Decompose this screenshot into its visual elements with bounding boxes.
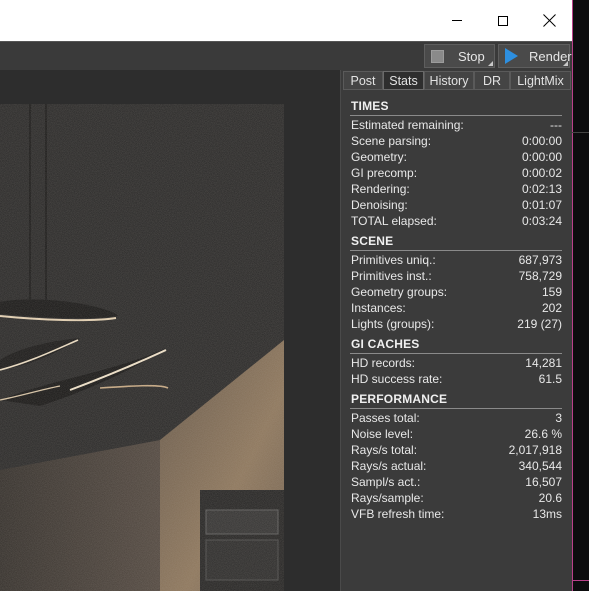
stat-label: Primitives uniq.: <box>351 253 436 267</box>
stat-label: Noise level: <box>351 427 414 441</box>
tab-post[interactable]: Post <box>343 71 383 90</box>
stat-value: 159 <box>541 285 562 299</box>
stat-label: VFB refresh time: <box>351 507 445 521</box>
stat-row: Noise level: 26.6 % <box>341 427 573 443</box>
stat-row: Rays/sample: 20.6 <box>341 491 573 507</box>
tab-stats[interactable]: Stats <box>383 71 424 90</box>
stat-value: 0:03:24 <box>521 214 562 228</box>
section-title: PERFORMANCE <box>351 392 448 406</box>
minimize-button[interactable] <box>434 0 480 41</box>
window-titlebar <box>0 0 572 41</box>
render-image <box>0 70 340 591</box>
stat-value: 61.5 <box>538 372 562 386</box>
stat-row: HD success rate: 61.5 <box>341 372 573 388</box>
stat-value: 0:00:00 <box>521 150 562 164</box>
stat-label: Instances: <box>351 301 406 315</box>
stat-value: 758,729 <box>518 269 562 283</box>
maximize-button[interactable] <box>480 0 526 41</box>
stat-value: 3 <box>555 411 562 425</box>
stat-label: Geometry groups: <box>351 285 448 299</box>
stat-value: 0:02:13 <box>521 182 562 196</box>
section-divider <box>350 353 562 354</box>
maximize-icon <box>498 15 508 26</box>
render-viewport[interactable] <box>0 70 340 591</box>
stat-row: Sampl/s act.: 16,507 <box>341 475 573 491</box>
stat-label: Denoising: <box>351 198 408 212</box>
stat-row: Geometry groups: 159 <box>341 285 573 301</box>
stat-value: 0:00:02 <box>521 166 562 180</box>
stat-label: Lights (groups): <box>351 317 435 331</box>
section-title: GI CACHES <box>351 337 420 351</box>
dropdown-corner-icon <box>563 61 568 66</box>
stat-row: Rays/s actual: 340,544 <box>341 459 573 475</box>
stat-label: HD records: <box>351 356 416 370</box>
stat-value: 0:00:00 <box>521 134 562 148</box>
stat-value: 202 <box>541 301 562 315</box>
background-window-edge <box>572 0 589 591</box>
stat-row: Rendering: 0:02:13 <box>341 182 573 198</box>
tab-history[interactable]: History <box>424 71 474 90</box>
stat-value: 16,507 <box>525 475 562 489</box>
stat-row: Primitives uniq.: 687,973 <box>341 253 573 269</box>
play-icon <box>505 48 518 64</box>
stat-row: TOTAL elapsed: 0:03:24 <box>341 214 573 230</box>
stat-value: 14,281 <box>525 356 562 370</box>
stat-row: Scene parsing: 0:00:00 <box>341 134 573 150</box>
stat-label: Primitives inst.: <box>351 269 432 283</box>
vfb-toolbar: Stop Render <box>0 41 572 69</box>
section-divider <box>350 115 562 116</box>
stat-label: Geometry: <box>351 150 408 164</box>
stats-panel: Post Stats History DR LightMix TIMES Est… <box>340 70 572 591</box>
stat-value: 0:01:07 <box>521 198 562 212</box>
stop-icon <box>431 49 444 63</box>
stat-row: Lights (groups): 219 (27) <box>341 317 573 333</box>
rendered-scene <box>0 104 284 591</box>
stat-value: 687,973 <box>518 253 562 267</box>
stat-label: Passes total: <box>351 411 420 425</box>
stat-row: VFB refresh time: 13ms <box>341 507 573 523</box>
close-icon <box>543 14 556 27</box>
stat-label: Rays/s actual: <box>351 459 427 473</box>
section-title: TIMES <box>351 99 389 113</box>
stat-label: HD success rate: <box>351 372 443 386</box>
close-button[interactable] <box>526 0 572 41</box>
stat-row: Denoising: 0:01:07 <box>341 198 573 214</box>
stat-row: Estimated remaining: --- <box>341 118 573 134</box>
stop-label: Stop <box>458 48 485 64</box>
stat-value: 26.6 % <box>524 427 562 441</box>
stat-row: Instances: 202 <box>341 301 573 317</box>
stat-value: 340,544 <box>518 459 562 473</box>
stat-label: Rendering: <box>351 182 410 196</box>
stat-value: --- <box>550 118 562 132</box>
stat-value: 2,017,918 <box>508 443 562 457</box>
stat-row: GI precomp: 0:00:02 <box>341 166 573 182</box>
tab-lightmix[interactable]: LightMix <box>510 71 571 90</box>
divider <box>572 132 589 133</box>
stat-row: Rays/s total: 2,017,918 <box>341 443 573 459</box>
stat-value: 20.6 <box>538 491 562 505</box>
minimize-icon <box>452 20 462 21</box>
stat-row: Geometry: 0:00:00 <box>341 150 573 166</box>
dropdown-corner-icon <box>488 61 493 66</box>
render-button[interactable]: Render <box>498 44 572 68</box>
section-title: SCENE <box>351 234 394 248</box>
stat-label: Sampl/s act.: <box>351 475 421 489</box>
stop-button[interactable]: Stop <box>424 44 495 68</box>
stat-label: Rays/sample: <box>351 491 424 505</box>
stat-label: GI precomp: <box>351 166 418 180</box>
stat-label: TOTAL elapsed: <box>351 214 437 228</box>
panel-tabs: Post Stats History DR LightMix <box>341 70 573 90</box>
tab-dr[interactable]: DR <box>474 71 510 90</box>
stat-value: 13ms <box>532 507 562 521</box>
section-divider <box>350 408 562 409</box>
stat-value: 219 (27) <box>517 317 562 331</box>
stat-label: Estimated remaining: <box>351 118 464 132</box>
stat-row: Primitives inst.: 758,729 <box>341 269 573 285</box>
stat-row: HD records: 14,281 <box>341 356 573 372</box>
section-divider <box>350 250 562 251</box>
stat-label: Rays/s total: <box>351 443 418 457</box>
window-border-bottom <box>572 580 589 581</box>
stat-row: Passes total: 3 <box>341 411 573 427</box>
stat-label: Scene parsing: <box>351 134 432 148</box>
